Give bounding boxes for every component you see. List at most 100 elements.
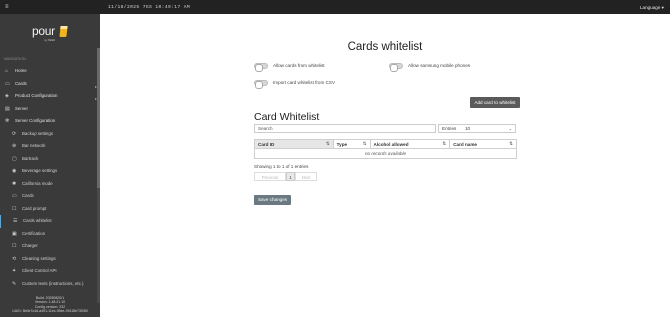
column-header-label: Alcohol allowed	[373, 141, 409, 147]
allow-cards-toggle[interactable]	[254, 63, 268, 72]
import-csv-toggle[interactable]	[254, 80, 268, 89]
sidebar: pour my BEER NAVIGATION ⌂ Home ▭ Cards ▸ ◈ P…	[0, 14, 100, 317]
sidebar-subitem-bartrack[interactable]: ▢ Bartrack	[0, 153, 100, 166]
sidebar-subitem-card-prompt[interactable]: ☐ Card prompt	[0, 203, 100, 216]
empty-table-message: no records available	[254, 148, 517, 159]
home-icon: ⌂	[5, 68, 9, 74]
sidebar-subitem-cleaning-settings[interactable]: ⟲ Cleaning settings	[0, 253, 100, 266]
column-header-label: Card name	[453, 141, 477, 147]
sort-icon: ⇅	[362, 141, 367, 146]
sidebar-subitem-charger[interactable]: ☐ Charger	[0, 240, 100, 253]
entries-label: Entries	[442, 126, 457, 131]
save-changes-button[interactable]: Save changes	[254, 195, 291, 205]
tag-icon: ◈	[5, 93, 9, 99]
sidebar-subitem-custom-texts[interactable]: ✎ Custom texts (instructions, etc.)	[0, 278, 100, 291]
search-input[interactable]: Search	[254, 124, 436, 133]
logo-subtext: my BEER	[44, 39, 56, 42]
sort-up-icon: ⇅	[325, 141, 330, 146]
sort-icon: ⇅	[509, 141, 513, 146]
bartrack-icon: ▢	[12, 155, 17, 162]
column-header-card-name[interactable]: Card name ⇅	[449, 139, 517, 149]
sidebar-item-label: Charger	[22, 243, 38, 248]
main-content: Cards whitelist Allow cards from whiteli…	[100, 14, 670, 317]
sidebar-item-label: California mode	[22, 180, 53, 186]
previous-page-button[interactable]: Previous	[254, 172, 286, 181]
sidebar-subitem-bar-network[interactable]: ⊕ Bar network	[0, 140, 100, 153]
sidebar-subitem-california-mode[interactable]: ✱ California mode	[0, 178, 100, 191]
sidebar-item-label: Beverage settings	[22, 168, 58, 173]
entries-select[interactable]: Entries 10 ⌄	[438, 124, 516, 133]
card-icon: ▭	[12, 193, 17, 199]
nav-section-label: NAVIGATION	[4, 57, 26, 61]
sidebar-item-label: Cleaning settings	[22, 255, 56, 261]
add-card-button[interactable]: Add card to whitelist	[470, 97, 520, 108]
sidebar-subitem-client-control-api[interactable]: ✦ Client Control API	[0, 265, 100, 278]
sidebar-item-label: Card prompt	[22, 205, 47, 211]
sidebar-item-server[interactable]: ▤ Server	[0, 103, 100, 116]
entries-value: 10	[465, 126, 471, 131]
page-1-button[interactable]: 1	[286, 172, 295, 181]
sidebar-item-server-configuration[interactable]: ✻ Server Configuration	[0, 115, 100, 128]
api-icon: ✦	[12, 268, 17, 274]
network-icon: ⊕	[12, 143, 17, 149]
sidebar-item-label: Server Configuration	[15, 118, 56, 123]
sidebar-item-product-configuration[interactable]: ◈ Product Configuration ▸	[0, 90, 100, 103]
cards-icon: ▭	[5, 80, 10, 87]
page-title: Cards whitelist	[347, 41, 423, 53]
list-icon: ☰	[13, 218, 18, 224]
sidebar-item-label: Backup settings	[22, 130, 53, 136]
sidebar-item-label: Certification	[22, 230, 46, 236]
sidebar-item-label: Client Control API	[22, 268, 57, 273]
sidebar-subitem-cards[interactable]: ▭ Cards	[0, 190, 100, 203]
column-header-card-id[interactable]: Card ID ⇅	[254, 139, 334, 149]
table-row: no records available	[254, 148, 517, 159]
sidebar-subitem-cards-whitelist[interactable]: ☰ Cards whitelist	[0, 215, 100, 228]
server-icon: ▤	[5, 105, 10, 112]
sidebar-subitem-certification[interactable]: ▣ Certification	[0, 228, 100, 241]
column-header-alcohol-allowed[interactable]: Alcohol allowed ⇅	[369, 139, 451, 149]
entries-info: Showing 1 to 1 of 1 entries	[254, 164, 309, 169]
hamburger-icon[interactable]: ≡	[5, 3, 9, 11]
prompt-icon: ☐	[12, 205, 17, 212]
california-icon: ✱	[12, 180, 17, 187]
logo-text: pour	[32, 24, 55, 38]
sort-icon: ⇅	[442, 141, 447, 146]
beer-glass-icon	[59, 26, 68, 37]
column-header-label: Card ID	[258, 141, 275, 147]
allow-samsung-label: Allow samsung mobile phones	[408, 63, 471, 68]
column-header-label: Type	[336, 141, 348, 147]
uuid-line: UUID: 5b0e7c4d-a491-11ec-95ee-39118b73f2…	[12, 309, 88, 314]
charger-icon: ☐	[12, 243, 17, 249]
cleaning-icon: ⟲	[12, 255, 17, 262]
sidebar-item-cards[interactable]: ▭ Cards ▸	[0, 78, 100, 91]
section-title: Card Whitelist	[254, 111, 320, 123]
datetime-display: 11/18/2025 7GS 10:49:17 AM	[108, 4, 191, 10]
sidebar-item-label: Home	[15, 68, 27, 73]
beverage-icon: ◉	[12, 168, 17, 174]
logo: pour my BEER	[32, 22, 72, 44]
sidebar-item-label: Cards	[22, 193, 34, 198]
sidebar-item-label: Custom texts (instructions, etc.)	[22, 280, 84, 286]
language-dropdown[interactable]: Language ▾	[640, 5, 664, 11]
allow-samsung-toggle[interactable]	[389, 63, 403, 72]
sidebar-item-label: Cards	[15, 80, 27, 86]
sidebar-item-label: Bar network	[22, 143, 46, 148]
gear-icon: ✻	[5, 118, 10, 124]
sidebar-item-label: Bartrack	[22, 155, 39, 161]
text-icon: ✎	[12, 280, 17, 287]
column-header-type[interactable]: Type ⇅	[332, 139, 371, 149]
table-header-row: Card ID ⇅ Type ⇅ Alcohol allowed ⇅ Card nam…	[254, 139, 517, 149]
top-bar: ≡ 11/18/2025 7GS 10:49:17 AM Language ▾	[0, 0, 670, 14]
sidebar-item-label: Cards whitelist	[23, 218, 52, 223]
sidebar-item-label: Server	[15, 105, 28, 111]
sidebar-item-home[interactable]: ⌂ Home	[0, 65, 100, 78]
next-page-button[interactable]: Next	[295, 172, 317, 181]
sidebar-subitem-beverage-settings[interactable]: ◉ Beverage settings	[0, 165, 100, 178]
import-csv-label: Import card whitelist from CSV	[273, 80, 336, 85]
language-label: Language	[639, 4, 661, 10]
sidebar-subitem-backup-settings[interactable]: ⟳ Backup settings	[0, 128, 100, 141]
build-info: Build: 20250820/1 Version: 1.48.21.10 Co…	[0, 296, 100, 314]
chevron-down-icon: ⌄	[508, 126, 512, 131]
whitelist-table: Card ID ⇅ Type ⇅ Alcohol allowed ⇅ Card nam…	[254, 139, 517, 159]
backup-icon: ⟳	[12, 130, 17, 137]
